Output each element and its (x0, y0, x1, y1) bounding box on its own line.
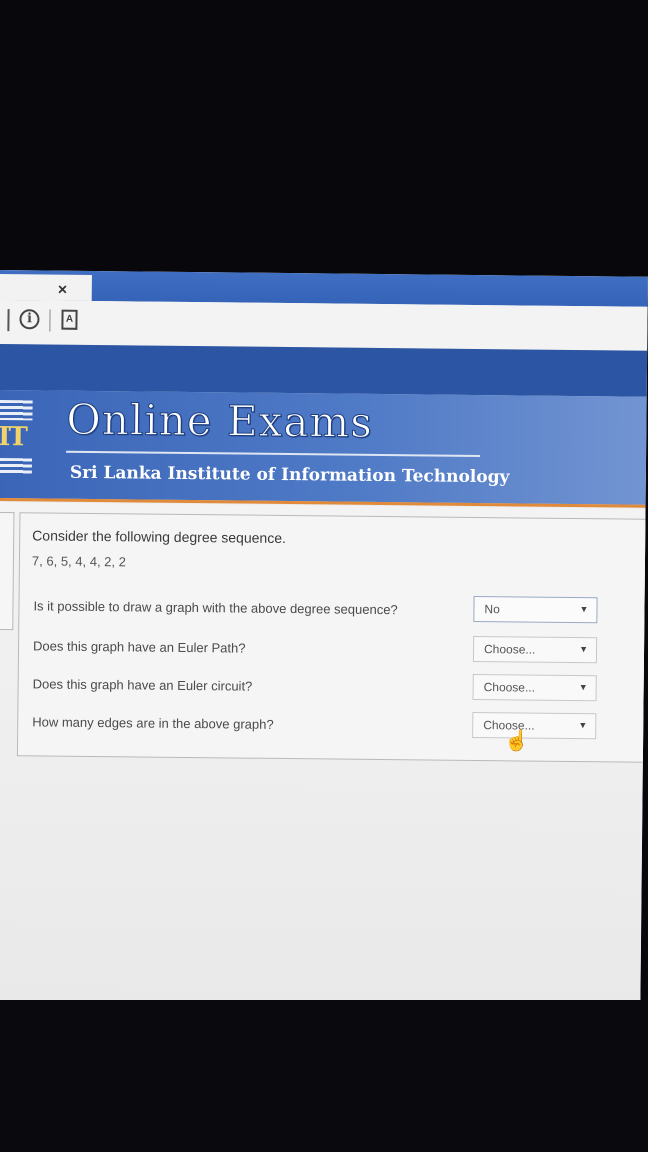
monitor-bezel (0, 1000, 648, 1152)
answer-select[interactable]: Choose... ▼ (472, 673, 597, 702)
question-row: Does this graph have an Euler circuit? C… (33, 669, 603, 705)
hand-cursor-icon: ☝ (503, 730, 530, 753)
question-label: Is it possible to draw a graph with the … (33, 598, 398, 618)
select-value: Choose... (483, 642, 536, 657)
dropdown-arrow-icon: ▼ (579, 644, 589, 655)
dropdown-arrow-icon: ▼ (578, 682, 588, 693)
page-icon[interactable]: A (61, 309, 78, 330)
dropdown-arrow-icon: ▼ (578, 720, 588, 731)
logo-stripes (0, 399, 33, 421)
address-bar[interactable]: i A (0, 299, 648, 352)
question-label: How many edges are in the above graph? (32, 714, 274, 732)
site-title: Online Exams (66, 394, 374, 447)
site-subtitle: Sri Lanka Institute of Information Techn… (69, 462, 510, 488)
question-label: Does this graph have an Euler Path? (32, 638, 246, 656)
title-divider (66, 450, 481, 458)
logo-text: IT (0, 421, 26, 453)
toolbar-divider (7, 309, 10, 332)
question-row: How many edges are in the above graph? C… (32, 707, 602, 753)
question-box: Consider the following degree sequence. … (16, 512, 648, 763)
site-nav-strip (0, 343, 648, 397)
select-value: Choose... (483, 680, 536, 695)
site-banner: IT Online Exams Sri Lanka Institute of I… (0, 389, 647, 508)
browser-window: × i A IT Online Exams Sri Lanka Institut… (0, 270, 648, 1012)
info-icon[interactable]: i (19, 309, 40, 330)
question-intro: Consider the following degree sequence. (32, 527, 287, 547)
institute-logo: IT (0, 399, 35, 486)
answer-select[interactable]: No ▼ (473, 595, 598, 624)
dropdown-arrow-icon: ▼ (579, 604, 589, 615)
question-label: Does this graph have an Euler circuit? (32, 676, 253, 694)
question-row: Is it possible to draw a graph with the … (33, 591, 603, 627)
answer-select[interactable]: Choose... ▼ (472, 711, 597, 740)
close-tab-icon[interactable]: × (58, 282, 68, 300)
side-panel-edge (0, 511, 15, 631)
select-value: No (484, 602, 500, 617)
question-row: Does this graph have an Euler Path? Choo… (33, 631, 603, 667)
logo-stripes (0, 457, 33, 475)
toolbar-divider (49, 309, 51, 332)
main-content: Consider the following degree sequence. … (0, 501, 648, 1012)
browser-tab[interactable]: × (0, 273, 92, 301)
degree-sequence: 7, 6, 5, 4, 4, 2, 2 (31, 553, 126, 570)
answer-select[interactable]: Choose... ▼ (472, 635, 598, 664)
